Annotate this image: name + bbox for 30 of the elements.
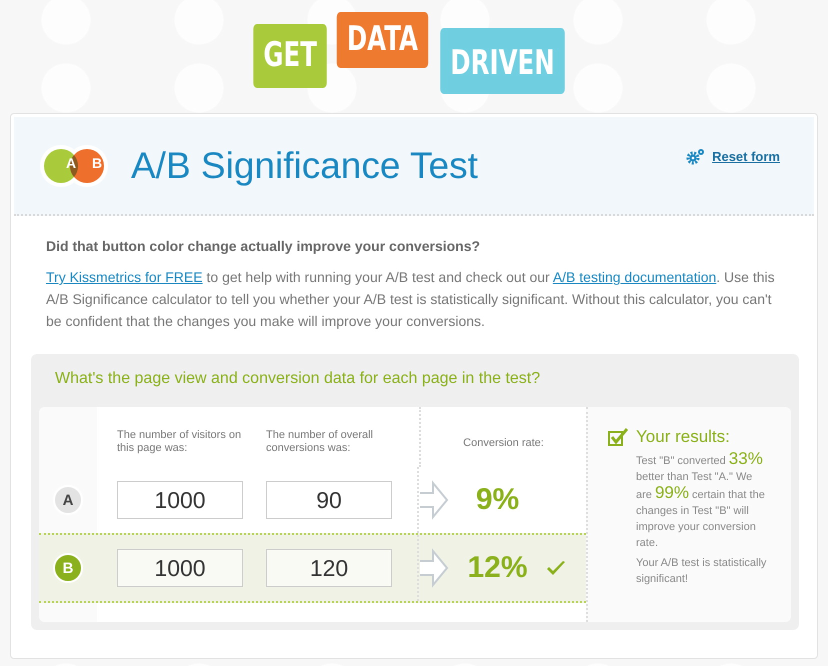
- row-badge: A: [53, 485, 83, 515]
- page-title: A/B Significance Test: [131, 144, 478, 186]
- logo-word: GET: [253, 24, 327, 88]
- results-text: Test "B" converted 33% better than Test "A." We are 99% certain that the changes in Test "B" will improve your conversion rate.: [636, 451, 766, 551]
- intro-question: Did that button color change actually improve your conversions?: [46, 238, 482, 254]
- ab-circles-icon: [39, 144, 109, 188]
- arrow-icon: [419, 548, 449, 588]
- logo-word: DRIVEN: [440, 28, 565, 94]
- results-title: Your results:: [636, 427, 730, 447]
- column-label: The number of visitors on this page was:: [116, 428, 242, 455]
- conversions-input[interactable]: 90: [266, 481, 392, 519]
- conversions-input[interactable]: 120: [266, 549, 392, 587]
- conversion-rate: 9%: [474, 483, 520, 517]
- badge-letter: A: [64, 155, 78, 171]
- panel-heading: What's the page view and conversion data for each page in the test?: [54, 369, 542, 389]
- text-link[interactable]: A/B testing documentation: [552, 269, 716, 285]
- intro-paragraph: Try Kissmetrics for FREE to get help with running your A/B test and check out our A/B testing documentation. Use this A/B Significance calculator to tell you whether your A/B test is statistically significant. Without this calculator, you can't be confident that the changes you make will improve your conversions.: [46, 268, 776, 331]
- row-badge: B: [53, 553, 83, 583]
- verdict-text: Your A/B test is statistically significant!: [636, 556, 768, 587]
- column-label: The number of overall conversions was:: [265, 428, 374, 455]
- text-link[interactable]: Try Kissmetrics for FREE: [46, 269, 203, 285]
- logo-word: DATA: [337, 12, 428, 68]
- badge-letter: B: [90, 155, 104, 171]
- reset-form-link[interactable]: Reset form: [712, 148, 780, 164]
- gears-icon: [686, 147, 706, 165]
- check-icon: [546, 560, 566, 576]
- visitors-input[interactable]: 1000: [117, 549, 243, 587]
- arrow-icon: [419, 480, 449, 520]
- visitors-input[interactable]: 1000: [117, 481, 243, 519]
- conversion-rate: 12%: [466, 551, 529, 585]
